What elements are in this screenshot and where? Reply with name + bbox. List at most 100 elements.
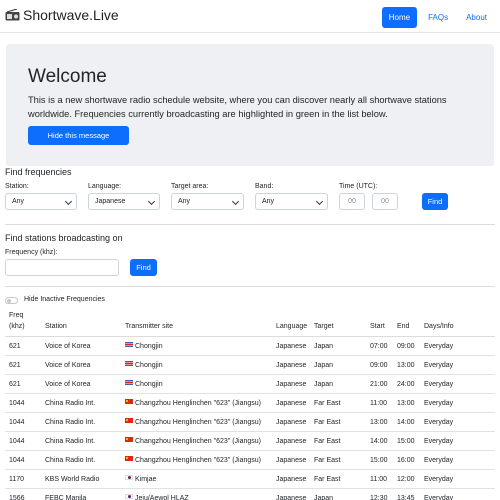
start-cell: 15:00 <box>366 450 393 470</box>
nav-about-link[interactable]: About <box>459 7 494 28</box>
brand[interactable]: Shortwave.Live <box>5 7 119 23</box>
hide-inactive-toggle[interactable] <box>5 297 18 304</box>
table-row[interactable]: 621 Voice of Korea Chongjin Japanese Japan 21… <box>5 374 495 394</box>
target-cell: Far East <box>310 450 366 470</box>
freq-cell[interactable]: 1044 <box>5 412 41 432</box>
station-cell[interactable]: China Radio Int. <box>41 431 121 451</box>
frequency-label: Frequency (khz): <box>5 249 58 256</box>
section-divider <box>5 286 495 287</box>
station-cell[interactable]: FEBC Manila <box>41 488 121 500</box>
freq-cell[interactable]: 621 <box>5 336 41 356</box>
transmitter-site-cell: Changzhou Henglinchen "623" (Jiangsu) <box>121 412 272 432</box>
freq-cell[interactable]: 621 <box>5 374 41 394</box>
days-info-cell: Everyday <box>420 355 495 375</box>
table-row[interactable]: 1044 China Radio Int. Changzhou Henglinche… <box>5 412 495 432</box>
transmitter-site-text: Kimjae <box>135 475 157 483</box>
table-row[interactable]: 1044 China Radio Int. Changzhou Henglinche… <box>5 431 495 451</box>
language-cell: Japanese <box>272 355 310 375</box>
station-select[interactable]: Any <box>5 193 77 210</box>
freq-cell[interactable]: 621 <box>5 355 41 375</box>
end-cell: 13:00 <box>393 355 420 375</box>
freq-cell[interactable]: 1044 <box>5 393 41 413</box>
find-frequencies-button[interactable]: Find <box>422 193 448 210</box>
band-select[interactable]: Any <box>255 193 328 210</box>
language-select-value: Japanese <box>95 198 126 205</box>
table-row[interactable]: 621 Voice of Korea Chongjin Japanese Japan 07… <box>5 336 495 356</box>
freq-cell[interactable]: 1044 <box>5 431 41 451</box>
chevron-down-icon <box>315 197 324 206</box>
station-cell[interactable]: China Radio Int. <box>41 393 121 413</box>
find-stations-button[interactable]: Find <box>130 259 157 276</box>
col-start[interactable]: Start <box>366 310 393 337</box>
flag-icon <box>125 456 133 462</box>
band-select-value: Any <box>262 198 275 205</box>
welcome-title: Welcome <box>28 66 107 87</box>
col-end[interactable]: End <box>393 310 420 337</box>
col-language[interactable]: Language <box>272 310 310 337</box>
station-label: Station: <box>5 183 29 190</box>
table-row[interactable]: 1044 China Radio Int. Changzhou Henglinche… <box>5 393 495 413</box>
freq-cell[interactable]: 1566 <box>5 488 41 500</box>
table-row[interactable]: 1170 KBS World Radio Kimjae Japanese Far Eas… <box>5 469 495 489</box>
freq-cell[interactable]: 1170 <box>5 469 41 489</box>
col-freq-line1: Freq <box>9 312 24 319</box>
find-frequencies-title: Find frequencies <box>5 167 72 177</box>
transmitter-site-cell: Chongjin <box>121 355 272 375</box>
station-cell[interactable]: Voice of Korea <box>41 374 121 394</box>
nav-faqs-link[interactable]: FAQs <box>421 7 455 28</box>
col-freq[interactable]: Freq (khz) <box>5 310 41 337</box>
table-body: 621 Voice of Korea Chongjin Japanese Japan 07… <box>5 336 495 500</box>
language-select[interactable]: Japanese <box>88 193 160 210</box>
welcome-banner: Welcome This is a new shortwave radio sc… <box>6 44 494 166</box>
days-info-cell: Everyday <box>420 450 495 470</box>
nav-home-link[interactable]: Home <box>381 7 418 28</box>
target-area-select[interactable]: Any <box>171 193 244 210</box>
flag-icon <box>125 361 133 367</box>
transmitter-site-cell: Jeju/Aewol HLAZ <box>121 488 272 500</box>
hide-message-button[interactable]: Hide this message <box>28 126 129 145</box>
table-row[interactable]: 621 Voice of Korea Chongjin Japanese Japan 09… <box>5 355 495 375</box>
transmitter-site-cell: Chongjin <box>121 374 272 394</box>
station-cell[interactable]: KBS World Radio <box>41 469 121 489</box>
transmitter-site-text: Changzhou Henglinchen "623" (Jiangsu) <box>135 399 261 407</box>
freq-cell[interactable]: 1044 <box>5 450 41 470</box>
station-cell[interactable]: China Radio Int. <box>41 412 121 432</box>
days-info-cell: Everyday <box>420 374 495 394</box>
days-info-cell: Everyday <box>420 469 495 489</box>
time-hour-input[interactable]: 00 <box>339 193 365 210</box>
language-cell: Japanese <box>272 393 310 413</box>
language-cell: Japanese <box>272 374 310 394</box>
flag-icon <box>125 399 133 405</box>
transmitter-site-text: Changzhou Henglinchen "623" (Jiangsu) <box>135 456 261 464</box>
col-transmitter-site[interactable]: Transmitter site <box>121 310 272 337</box>
start-cell: 07:00 <box>366 336 393 356</box>
table-row[interactable]: 1566 FEBC Manila Jeju/Aewol HLAZ Japanese Ja… <box>5 488 495 500</box>
target-cell: Far East <box>310 431 366 451</box>
transmitter-site-cell: Kimjae <box>121 469 272 489</box>
col-days-info[interactable]: Days/Info <box>420 310 495 337</box>
col-target[interactable]: Target <box>310 310 366 337</box>
station-cell[interactable]: Voice of Korea <box>41 336 121 356</box>
target-cell: Japan <box>310 488 366 500</box>
chevron-down-icon <box>231 197 240 206</box>
target-cell: Japan <box>310 336 366 356</box>
time-minute-input[interactable]: 00 <box>372 193 398 210</box>
col-freq-line2: (khz) <box>9 323 25 330</box>
chevron-down-icon <box>147 197 156 206</box>
transmitter-site-cell: Chongjin <box>121 336 272 356</box>
flag-icon <box>125 437 133 443</box>
frequency-input[interactable] <box>5 259 119 276</box>
col-station[interactable]: Station <box>41 310 121 337</box>
toggle-knob <box>7 299 11 303</box>
target-cell: Japan <box>310 374 366 394</box>
station-cell[interactable]: Voice of Korea <box>41 355 121 375</box>
start-cell: 13:00 <box>366 412 393 432</box>
transmitter-site-cell: Changzhou Henglinchen "623" (Jiangsu) <box>121 450 272 470</box>
target-area-label: Target area: <box>171 183 209 190</box>
radio-icon <box>5 9 20 21</box>
target-cell: Far East <box>310 469 366 489</box>
transmitter-site-cell: Changzhou Henglinchen "623" (Jiangsu) <box>121 431 272 451</box>
end-cell: 09:00 <box>393 336 420 356</box>
station-cell[interactable]: China Radio Int. <box>41 450 121 470</box>
table-row[interactable]: 1044 China Radio Int. Changzhou Henglinche… <box>5 450 495 470</box>
